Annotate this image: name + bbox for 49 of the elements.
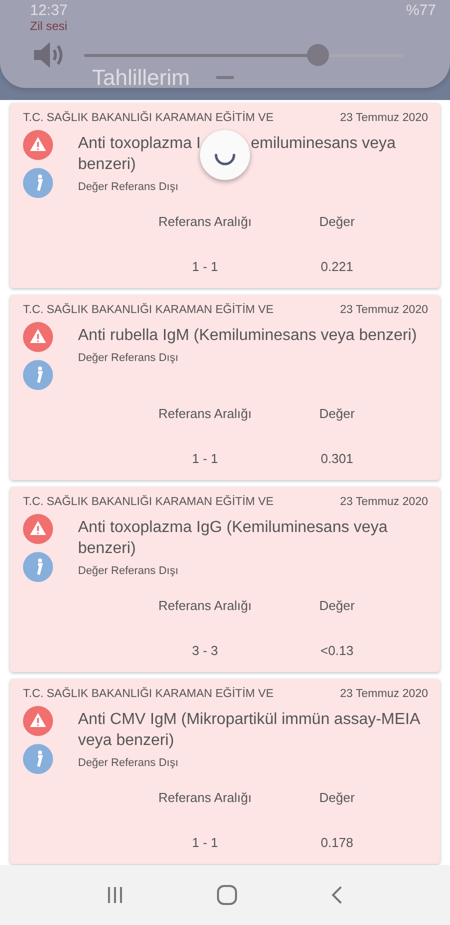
result-date: 23 Temmuz 2020 bbox=[340, 112, 428, 124]
range-value: 1 - 1 bbox=[192, 835, 218, 850]
result-value: 0.221 bbox=[320, 259, 354, 274]
result-card[interactable]: T.C. SAĞLIK BAKANLIĞI KARAMAN EĞİTİM VE 23 Temmuz 2020 Anti toxoplazma IgG (Kemiluminesans veya benzeri) Değer Referans Dışı Referans Aralığı Değer 3 - 3 <0.13 bbox=[10, 487, 440, 672]
column-header: Referans Aralığı bbox=[158, 214, 252, 229]
status-text: Değer Referans Dışı bbox=[78, 352, 180, 364]
column-header: Değer bbox=[319, 598, 355, 613]
info-icon[interactable] bbox=[23, 744, 53, 774]
column-header: Değer bbox=[319, 214, 355, 229]
result-date: 23 Temmuz 2020 bbox=[340, 688, 428, 700]
column-header: Referans Aralığı bbox=[158, 598, 252, 613]
info-icon[interactable] bbox=[23, 168, 53, 198]
test-name: Anti toxoplazma I bbox=[78, 135, 201, 152]
result-card[interactable]: T.C. SAĞLIK BAKANLIĞI KARAMAN EĞİTİM VE 23 Temmuz 2020 Anti CMV IgM (Mikropartikül immün assay-MEIA veya benzeri) Değer Referans Dışı Referans Aralığı Değer 1 - 1 0.178 bbox=[10, 679, 440, 864]
range-value: 3 - 3 bbox=[192, 643, 218, 658]
range-value: 1 - 1 bbox=[192, 451, 218, 466]
test-name: Anti toxoplazma IgG (Kemiluminesans veya benzeri) bbox=[78, 519, 388, 557]
institution-name: T.C. SAĞLIK BAKANLIĞI KARAMAN EĞİTİM VE bbox=[23, 112, 274, 124]
volume-label: Zil sesi bbox=[30, 20, 68, 33]
status-time: 12:37 bbox=[30, 3, 68, 19]
panel-handle[interactable] bbox=[216, 76, 234, 79]
institution-name: T.C. SAĞLIK BAKANLIĞI KARAMAN EĞİTİM VE bbox=[23, 496, 274, 508]
battery-percent: %77 bbox=[406, 3, 436, 19]
status-text: Değer Referans Dışı bbox=[78, 757, 180, 769]
institution-name: T.C. SAĞLIK BAKANLIĞI KARAMAN EĞİTİM VE bbox=[23, 304, 274, 316]
test-name: emiluminesans veya bbox=[250, 135, 396, 152]
test-name: Anti rubella IgM (Kemiluminesans veya benzeri) bbox=[78, 327, 417, 344]
info-icon[interactable] bbox=[23, 552, 53, 582]
result-value: 0.178 bbox=[320, 835, 354, 850]
volume-slider[interactable] bbox=[84, 44, 404, 66]
status-text: Değer Referans Dışı bbox=[78, 565, 180, 577]
column-header: Referans Aralığı bbox=[158, 406, 252, 421]
result-date: 23 Temmuz 2020 bbox=[340, 304, 428, 316]
status-text: Değer Referans Dışı bbox=[78, 181, 180, 193]
result-value: 0.301 bbox=[320, 451, 354, 466]
home-icon[interactable] bbox=[216, 884, 238, 906]
page-title: Tahlillerim bbox=[92, 67, 190, 89]
result-card[interactable]: T.C. SAĞLIK BAKANLIĞI KARAMAN EĞİTİM VE 23 Temmuz 2020 Anti rubella IgM (Kemiluminesans veya benzeri) Değer Referans Dışı Referans Aralığı Değer 1 - 1 0.301 bbox=[10, 295, 440, 480]
result-value: <0.13 bbox=[320, 643, 354, 658]
test-name: benzeri) bbox=[78, 156, 136, 173]
institution-name: T.C. SAĞLIK BAKANLIĞI KARAMAN EĞİTİM VE bbox=[23, 688, 274, 700]
column-header: Değer bbox=[319, 406, 355, 421]
result-date: 23 Temmuz 2020 bbox=[340, 496, 428, 508]
column-header: Referans Aralığı bbox=[158, 790, 252, 805]
range-value: 1 - 1 bbox=[192, 259, 218, 274]
info-icon[interactable] bbox=[23, 360, 53, 390]
test-name: Anti CMV IgM (Mikropartikül immün assay-MEIA veya benzeri) bbox=[78, 711, 420, 749]
result-card[interactable]: T.C. SAĞLIK BAKANLIĞI KARAMAN EĞİTİM VE 23 Temmuz 2020 Anti toxoplazma I emiluminesans veya benzeri) Değer Referans Dışı Referans Aralığı Değer 1 - 1 0.221 bbox=[10, 103, 440, 288]
column-header: Değer bbox=[319, 790, 355, 805]
